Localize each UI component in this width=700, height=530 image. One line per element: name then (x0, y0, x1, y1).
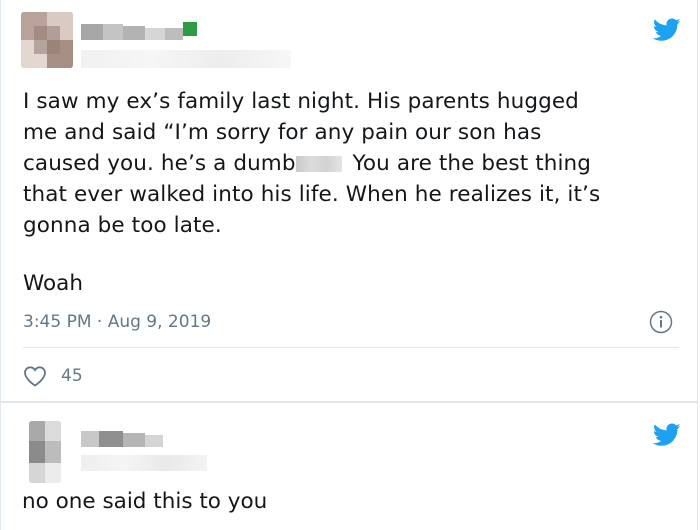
tweet-text: I saw my ex’s family last night. His par… (23, 86, 683, 241)
tweet-text-line: caused you. he’s a dumb You are the best… (23, 151, 592, 176)
tweet-text-line: me and said “I’m sorry for any pain our … (23, 120, 542, 145)
display-name-blurred[interactable] (81, 16, 301, 76)
tweet-timestamp[interactable]: 3:45 PM · Aug 9, 2019 (23, 312, 211, 332)
tweet-text-woah: Woah (23, 271, 83, 296)
avatar[interactable] (29, 421, 61, 483)
tweet-card[interactable]: I saw my ex’s family last night. His par… (0, 0, 698, 402)
info-icon[interactable] (649, 310, 673, 334)
reply-tweet-text: no one said this to you (22, 489, 268, 514)
twitter-bird-icon[interactable] (653, 423, 681, 447)
tweet-text-line: that ever walked into his life. When he … (23, 182, 601, 207)
divider (23, 347, 679, 348)
avatar[interactable] (21, 12, 73, 68)
like-count: 45 (61, 366, 83, 386)
heart-icon[interactable] (23, 365, 47, 387)
censored-word (295, 156, 342, 172)
twitter-bird-icon[interactable] (653, 18, 681, 42)
like-button[interactable]: 45 (23, 364, 83, 388)
tweet-text-line: I saw my ex’s family last night. His par… (23, 89, 579, 114)
display-name-blurred[interactable] (81, 425, 221, 475)
tweet-text-line: gonna be too late. (23, 213, 222, 238)
